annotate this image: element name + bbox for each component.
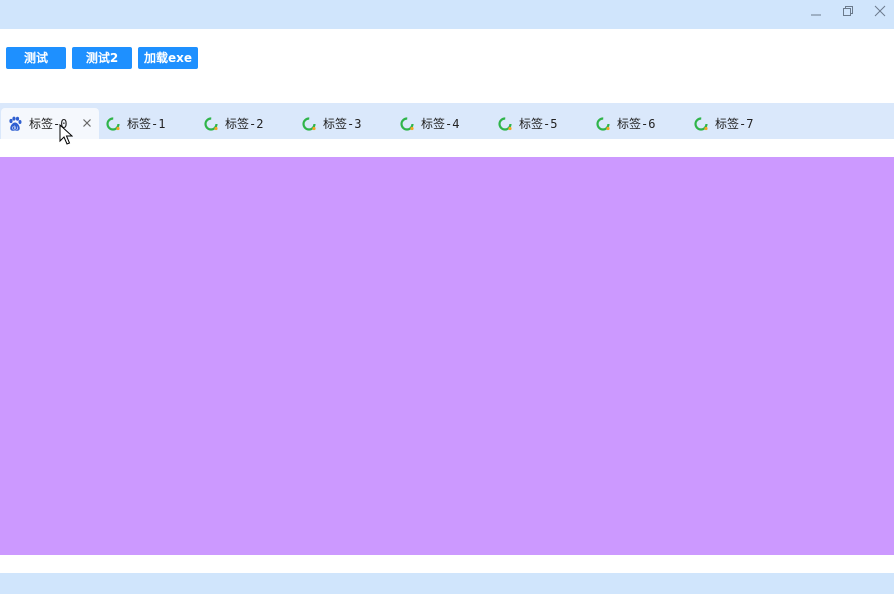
content-panel[interactable] (0, 157, 894, 555)
loading-ring-icon (301, 116, 317, 132)
restore-icon (843, 6, 853, 16)
tab-label: 标签-5 (519, 117, 558, 131)
title-bar (0, 0, 894, 29)
tab-label: 标签-6 (617, 117, 656, 131)
loading-ring-icon (497, 116, 513, 132)
tab-label: 标签-1 (127, 117, 166, 131)
load-exe-button[interactable]: 加载exe (138, 47, 198, 69)
tab-close-button[interactable] (80, 116, 94, 130)
close-icon (83, 119, 91, 127)
loading-ring-icon (105, 116, 121, 132)
tab-2[interactable]: 标签-2 (197, 108, 295, 139)
loading-ring-icon (399, 116, 415, 132)
tab-label: 标签-0 (29, 117, 68, 131)
tab-4[interactable]: 标签-4 (393, 108, 491, 139)
tab-label: 标签-7 (715, 117, 754, 131)
close-button[interactable] (869, 2, 891, 20)
tab-label: 标签-2 (225, 117, 264, 131)
baidu-paw-icon: du (7, 116, 23, 132)
tab-7[interactable]: 标签-7 (687, 108, 785, 139)
tab-1[interactable]: 标签-1 (99, 108, 197, 139)
minimize-icon (811, 14, 821, 16)
test2-button[interactable]: 测试2 (72, 47, 132, 69)
tab-6[interactable]: 标签-6 (589, 108, 687, 139)
minimize-button[interactable] (805, 2, 827, 20)
tab-bar: du 标签-0 标签-1 标签-2 标签-3 标签-4 标签-5 标签-6 标签… (0, 103, 894, 139)
svg-text:du: du (12, 125, 18, 131)
tab-label: 标签-4 (421, 117, 460, 131)
tab-0[interactable]: du 标签-0 (1, 108, 99, 139)
loading-ring-icon (203, 116, 219, 132)
test-button[interactable]: 测试 (6, 47, 66, 69)
restore-button[interactable] (837, 2, 859, 20)
tab-label: 标签-3 (323, 117, 362, 131)
status-bar (0, 573, 894, 594)
tab-3[interactable]: 标签-3 (295, 108, 393, 139)
loading-ring-icon (693, 116, 709, 132)
loading-ring-icon (595, 116, 611, 132)
close-icon (874, 5, 886, 17)
tab-5[interactable]: 标签-5 (491, 108, 589, 139)
